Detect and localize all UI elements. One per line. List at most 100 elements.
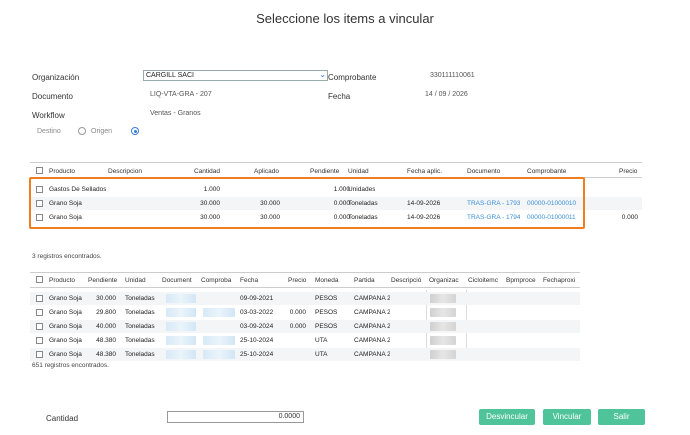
redacted-document <box>166 294 196 303</box>
redacted-organizacion <box>430 294 456 303</box>
workflow-value: Ventas - Granos <box>150 110 201 117</box>
cell-aplicado: 30.000 <box>260 200 280 207</box>
bottom-header-comproba[interactable]: Comproba <box>201 277 231 284</box>
bottom-select-all-checkbox[interactable] <box>36 276 43 283</box>
fecha-value: 14 / 09 / 2026 <box>425 91 468 98</box>
cell-fecha: 09-09-2021 <box>240 295 274 302</box>
top-header-descripcion[interactable]: Descripcion <box>108 168 142 175</box>
cell-pendiente: 30.000 <box>96 295 116 302</box>
organizacion-select[interactable]: CARGILL SACI ⌄ <box>143 70 328 81</box>
documento-value: LIQ-VTA-GRA - 207 <box>150 91 212 98</box>
cell-producto: Grano Soja <box>49 214 82 221</box>
bottom-header-bpmproce[interactable]: Bpmproce <box>506 277 536 284</box>
top-header-cantidad[interactable]: Cantidad <box>194 168 220 175</box>
cell-documento-link[interactable]: TRAS-GRA - 1794 <box>467 214 520 221</box>
table-row[interactable]: Grano Soja 30.000 30.000 0.000 Toneladas… <box>30 197 642 210</box>
table-row[interactable]: Grano Soja 30.000 Toneladas 09-09-2021 P… <box>30 292 580 305</box>
cell-unidad: Toneladas <box>348 200 378 207</box>
cell-pendiente: 0.000 <box>333 200 350 207</box>
cell-pendiente: 48.380 <box>96 351 116 358</box>
row-checkbox[interactable] <box>36 186 43 193</box>
cell-fecha: 25-10-2024 <box>240 351 274 358</box>
table-row[interactable]: Grano Soja 48.380 Toneladas 25-10-2024 U… <box>30 348 580 361</box>
top-record-count: 3 registros encontrados. <box>32 253 102 260</box>
cell-pendiente: 1.000 <box>333 186 350 193</box>
top-header-unidad[interactable]: Unidad <box>348 168 369 175</box>
cantidad-input[interactable]: 0.0000 <box>167 411 304 423</box>
row-checkbox[interactable] <box>36 214 43 221</box>
workflow-label: Workflow <box>32 111 65 120</box>
destino-radio[interactable] <box>131 127 139 135</box>
top-header-fecha-aplic[interactable]: Fecha aplic. <box>407 168 442 175</box>
bottom-header-descripcio[interactable]: Descripció <box>391 277 421 284</box>
cell-moneda: PESOS <box>315 323 338 330</box>
cell-unidad: Unidades <box>348 186 376 193</box>
redacted-comprobante <box>203 308 235 317</box>
top-header-divider <box>30 177 642 178</box>
cell-aplicado: 30.000 <box>260 214 280 221</box>
top-select-all-checkbox[interactable] <box>36 167 43 174</box>
dialog-title: Seleccione los items a vincular <box>256 11 434 26</box>
redacted-organizacion <box>430 322 456 331</box>
desvincular-button[interactable]: Desvincular <box>479 409 535 425</box>
cell-partida: CAMPAÑA 2 <box>354 337 390 344</box>
table-row[interactable]: Grano Soja 30.000 30.000 0.000 Toneladas… <box>30 211 642 224</box>
bottom-header-partida[interactable]: Partida <box>354 277 375 284</box>
table-row[interactable]: Grano Soja 40.000 Toneladas 03-09-2024 0… <box>30 320 580 333</box>
bottom-header-producto[interactable]: Producto <box>49 277 75 284</box>
bottom-header-unidad[interactable]: Unidad <box>125 277 146 284</box>
cell-comprobante-link[interactable]: 00000-01000010 <box>527 200 576 207</box>
row-checkbox[interactable] <box>36 337 43 344</box>
top-header-producto[interactable]: Producto <box>49 168 75 175</box>
cell-producto: Grano Soja <box>49 323 82 330</box>
cell-fecha-aplic: 14-09-2026 <box>407 214 441 221</box>
top-table-border <box>30 162 642 163</box>
comprobante-value: 330111110061 <box>430 72 475 79</box>
vincular-button[interactable]: Vincular <box>543 409 591 425</box>
table-row[interactable]: Gastos De Sellados 1.000 1.000 Unidades <box>30 183 642 196</box>
bottom-header-fecha[interactable]: Fecha <box>240 277 258 284</box>
top-header-aplicado[interactable]: Aplicado <box>254 168 279 175</box>
cell-cantidad: 30.000 <box>200 214 220 221</box>
cell-unidad: Toneladas <box>125 337 155 344</box>
bottom-header-organizac[interactable]: Organizac <box>429 277 459 284</box>
row-checkbox[interactable] <box>36 200 43 207</box>
top-header-precio[interactable]: Precio <box>619 168 637 175</box>
cell-pendiente: 40.000 <box>96 323 116 330</box>
bottom-header-pendiente[interactable]: Pendiente <box>88 277 117 284</box>
cell-unidad: Toneladas <box>125 351 155 358</box>
salir-button[interactable]: Salir <box>598 409 645 425</box>
origen-radio[interactable] <box>78 127 86 135</box>
row-checkbox[interactable] <box>36 309 43 316</box>
cell-documento-link[interactable]: TRAS-GRA - 1793 <box>467 200 520 207</box>
cell-fecha: 25-10-2024 <box>240 337 274 344</box>
cell-precio: 0.000 <box>621 214 638 221</box>
bottom-header-fechaproxi[interactable]: Fechaproxi <box>543 277 575 284</box>
top-header-comprobante[interactable]: Comprobante <box>527 168 566 175</box>
cell-comprobante-link[interactable]: 00000-01000011 <box>527 214 576 221</box>
cell-pendiente: 29.800 <box>96 309 116 316</box>
bottom-header-document[interactable]: Document <box>162 277 192 284</box>
redacted-document <box>166 350 196 359</box>
cell-fecha-aplic: 14-09-2026 <box>407 200 441 207</box>
redacted-document <box>166 336 196 345</box>
bottom-header-precio[interactable]: Precio <box>288 277 306 284</box>
top-header-pendiente[interactable]: Pendiente <box>310 168 339 175</box>
redacted-comprobante <box>203 336 235 345</box>
bottom-header-cicloitemc[interactable]: Cicloitemc <box>468 277 498 284</box>
cell-fecha: 03-09-2024 <box>240 323 274 330</box>
row-checkbox[interactable] <box>36 323 43 330</box>
redacted-document <box>166 308 196 317</box>
cantidad-label: Cantidad <box>46 414 79 423</box>
table-row[interactable]: Grano Soja 29.800 Toneladas 03-03-2022 0… <box>30 306 580 319</box>
row-checkbox[interactable] <box>36 351 43 358</box>
bottom-table-border <box>30 272 580 273</box>
row-checkbox[interactable] <box>36 295 43 302</box>
chevron-down-icon[interactable]: ⌄ <box>319 70 326 79</box>
cell-partida: CAMPAÑA 2 <box>354 351 390 358</box>
top-header-documento[interactable]: Documento <box>467 168 500 175</box>
cell-pendiente: 0.000 <box>333 214 350 221</box>
bottom-header-moneda[interactable]: Moneda <box>315 277 339 284</box>
table-row[interactable]: Grano Soja 48.380 Toneladas 25-10-2024 U… <box>30 334 580 347</box>
cell-partida: CAMPAÑA 2 <box>354 295 390 302</box>
